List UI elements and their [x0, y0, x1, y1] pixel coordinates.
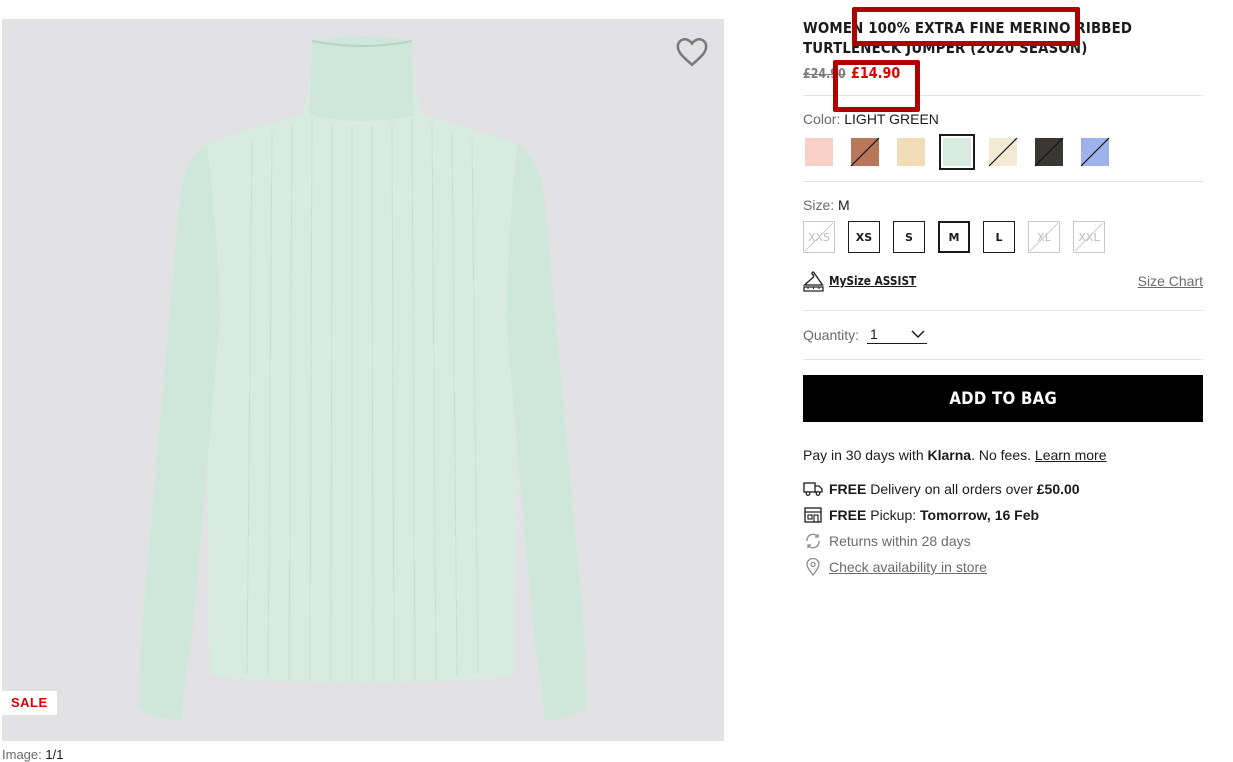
size-option-l[interactable]: L: [983, 221, 1015, 253]
store-row: Check availability in store: [803, 554, 1203, 580]
color-swatch-beige[interactable]: [895, 136, 927, 168]
divider: [803, 310, 1203, 311]
learn-more-link[interactable]: Learn more: [1035, 447, 1107, 463]
quantity-value: 1: [870, 326, 878, 342]
location-pin-icon: [803, 557, 823, 577]
klarna-brand: Klarna: [927, 447, 972, 463]
swatch-fill: [943, 138, 971, 166]
annotation-box-price: [833, 60, 920, 112]
swatch-fill: [897, 138, 925, 166]
size-option-label: XS: [855, 230, 873, 244]
quantity-select[interactable]: 1: [867, 326, 928, 344]
klarna-suffix: . No fees.: [971, 447, 1035, 463]
unavailable-slash: [1034, 137, 1064, 167]
color-label: Color:: [803, 111, 841, 127]
color-swatch-blue[interactable]: [1079, 136, 1111, 168]
store-icon: [803, 505, 823, 525]
delivery-desc: Delivery on all orders over: [866, 481, 1037, 497]
color-swatch-pink[interactable]: [803, 136, 835, 168]
klarna-prefix: Pay in 30 days with: [803, 447, 928, 463]
size-label: Size:: [803, 197, 835, 213]
unavailable-slash: [1029, 222, 1059, 252]
size-selected: M: [838, 197, 850, 213]
unavailable-slash: [988, 137, 1018, 167]
size-option-label: S: [905, 230, 913, 244]
color-swatches: [803, 134, 1203, 170]
pickup-date: Tomorrow, 16 Feb: [920, 507, 1040, 523]
sale-badge: SALE: [2, 691, 57, 715]
image-counter: Image: 1/1: [2, 747, 63, 762]
klarna-message: Pay in 30 days with Klarna. No fees. Lea…: [803, 447, 1203, 463]
add-to-bag-button[interactable]: ADD TO BAG: [803, 375, 1203, 422]
free-delivery-label: FREE: [829, 481, 867, 497]
add-to-bag-label: ADD TO BAG: [949, 388, 1057, 409]
delivery-row: FREE Delivery on all orders over £50.00: [803, 476, 1203, 502]
pickup-text: FREE Pickup: Tomorrow, 16 Feb: [829, 507, 1039, 523]
product-details: WOMEN 100% EXTRA FINE MERINO RIBBED TURT…: [803, 7, 1203, 580]
size-option-s[interactable]: S: [893, 221, 925, 253]
size-option-xxs[interactable]: XXS: [803, 221, 835, 253]
returns-text: Returns within 28 days: [829, 533, 971, 549]
sweater-image: [140, 36, 586, 720]
color-label-row: Color: LIGHT GREEN: [803, 111, 1203, 127]
divider: [803, 359, 1203, 360]
unavailable-slash: [850, 137, 880, 167]
size-chart-link[interactable]: Size Chart: [1138, 273, 1203, 289]
size-option-label: M: [948, 230, 960, 244]
returns-row: Returns within 28 days: [803, 528, 1203, 554]
color-swatch-dark-grey[interactable]: [1033, 136, 1065, 168]
quantity-label: Quantity:: [803, 327, 860, 343]
pickup-desc: Pickup:: [866, 507, 921, 523]
pickup-row: FREE Pickup: Tomorrow, 16 Feb: [803, 502, 1203, 528]
check-store-link[interactable]: Check availability in store: [829, 559, 987, 575]
image-counter-value: 1/1: [45, 747, 64, 762]
color-selected: LIGHT GREEN: [844, 111, 939, 127]
heart-outline-icon[interactable]: [675, 36, 709, 68]
divider: [803, 181, 1203, 182]
color-swatch-light-green[interactable]: [939, 134, 975, 170]
mysize-row: MySize ASSIST Size Chart: [803, 269, 1203, 293]
refresh-icon: [803, 531, 823, 551]
unavailable-slash: [1074, 222, 1104, 252]
size-option-xxl[interactable]: XXL: [1073, 221, 1105, 253]
unavailable-slash: [1080, 137, 1110, 167]
size-option-xl[interactable]: XL: [1028, 221, 1060, 253]
size-option-xs[interactable]: XS: [848, 221, 880, 253]
truck-icon: [803, 479, 823, 499]
mysize-assist-link[interactable]: MySize ASSIST: [803, 269, 928, 293]
hanger-icon: [803, 271, 824, 292]
delivery-amount: £50.00: [1036, 481, 1080, 497]
mysize-label: MySize ASSIST: [829, 274, 917, 288]
swatch-fill: [805, 138, 833, 166]
size-label-row: Size: M: [803, 197, 1203, 213]
free-pickup-label: FREE: [829, 507, 867, 523]
size-options: XXS XS S M L XL XXL: [803, 221, 1203, 253]
delivery-info: FREE Delivery on all orders over £50.00 …: [803, 476, 1203, 580]
unavailable-slash: [804, 222, 834, 252]
product-image[interactable]: [2, 19, 724, 741]
quantity-row: Quantity: 1: [803, 326, 1203, 344]
color-swatch-off-white[interactable]: [987, 136, 1019, 168]
annotation-box-title: [852, 7, 1080, 46]
image-counter-label: Image:: [2, 747, 42, 762]
size-option-label: L: [995, 230, 1003, 244]
color-swatch-brown[interactable]: [849, 136, 881, 168]
chevron-down-icon: [911, 329, 925, 338]
delivery-text: FREE Delivery on all orders over £50.00: [829, 481, 1080, 497]
size-option-m[interactable]: M: [938, 221, 970, 253]
